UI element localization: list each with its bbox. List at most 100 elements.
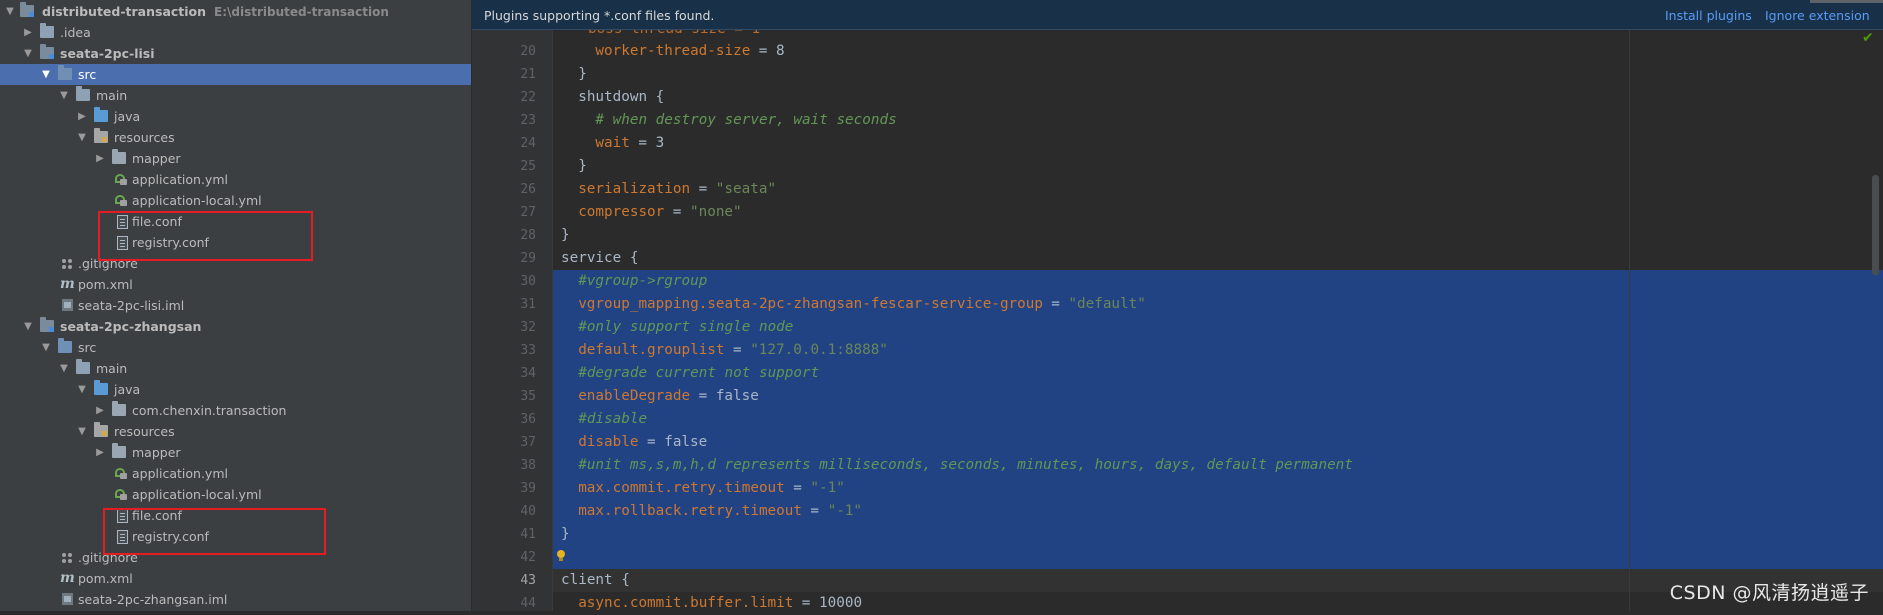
tree-item-seata-2pc-zhangsan-iml[interactable]: seata-2pc-zhangsan.iml — [0, 589, 471, 610]
code-line[interactable]: compressor = "none" — [553, 201, 1883, 224]
line-number: 42 — [520, 550, 536, 565]
ignore-extension-link[interactable]: Ignore extension — [1765, 0, 1870, 32]
code-line[interactable]: vgroup_mapping.seata-2pc-zhangsan-fescar… — [553, 293, 1883, 316]
tree-item-package[interactable]: ▶ com.chenxin.transaction — [0, 400, 471, 421]
gitignore-icon — [62, 259, 72, 269]
tree-item-pom-xml[interactable]: m pom.xml — [0, 568, 471, 589]
code-token: "-1" — [827, 503, 863, 519]
vertical-scrollbar[interactable] — [1872, 175, 1879, 275]
tree-item-seata-2pc-lisi-iml[interactable]: seata-2pc-lisi.iml — [0, 295, 471, 316]
code-token: max.commit.retry.timeout — [578, 480, 785, 496]
tree-item-label: resources — [114, 130, 175, 145]
code-line[interactable]: #disable — [553, 408, 1883, 431]
chevron-down-icon[interactable]: ▼ — [58, 85, 70, 106]
lightbulb-icon[interactable] — [556, 550, 566, 562]
chevron-down-icon[interactable]: ▼ — [76, 127, 88, 148]
chevron-down-icon[interactable]: ▼ — [22, 316, 34, 337]
code-line[interactable]: wait = 3 — [553, 132, 1883, 155]
tree-item-resources[interactable]: ▼ resources — [0, 421, 471, 442]
code-editor[interactable]: boss-thread-size = 1 worker-thread-size … — [553, 30, 1883, 611]
line-number: 29 — [520, 251, 536, 266]
chevron-right-icon[interactable]: ▶ — [94, 148, 106, 169]
code-line[interactable] — [553, 546, 1883, 569]
tree-item-application-yml[interactable]: application.yml — [0, 169, 471, 190]
tree-item-src[interactable]: ▼ src — [0, 337, 471, 358]
tree-item-java[interactable]: ▼ java — [0, 379, 471, 400]
tree-item-resources[interactable]: ▼ resources — [0, 127, 471, 148]
tree-root-distributed-transaction[interactable]: ▼ distributed-transaction E:\distributed-… — [0, 1, 471, 22]
tree-item-label: application-local.yml — [132, 193, 262, 208]
code-line[interactable]: #only support single node — [553, 316, 1883, 339]
folder-icon — [76, 86, 90, 101]
spring-yml-icon — [114, 194, 128, 206]
code-line[interactable]: serialization = "seata" — [553, 178, 1883, 201]
chevron-down-icon[interactable]: ▼ — [4, 1, 16, 22]
tree-item-src-selected[interactable]: ▼ src — [0, 64, 471, 85]
code-line[interactable]: #degrade current not support — [553, 362, 1883, 385]
code-token: #degrade current not support — [561, 365, 820, 381]
tree-item-seata-2pc-lisi[interactable]: ▼ seata-2pc-lisi — [0, 43, 471, 64]
tree-item-application-yml[interactable]: application.yml — [0, 463, 471, 484]
module-file-icon — [62, 593, 73, 605]
code-line[interactable]: # when destroy server, wait seconds — [553, 109, 1883, 132]
tree-item-application-local-yml[interactable]: application-local.yml — [0, 190, 471, 211]
code-token: enableDegrade — [578, 388, 691, 404]
tree-item-pom-xml[interactable]: m pom.xml — [0, 274, 471, 295]
code-line[interactable]: service { — [553, 247, 1883, 270]
code-line[interactable]: max.commit.retry.timeout = "-1" — [553, 477, 1883, 500]
code-line[interactable]: worker-thread-size = 8 — [553, 40, 1883, 63]
line-number: 39 — [520, 481, 536, 496]
source-folder-icon — [58, 65, 72, 80]
code-token: client { — [561, 572, 630, 588]
chevron-right-icon[interactable]: ▶ — [76, 106, 88, 127]
line-number: 34 — [520, 366, 536, 381]
chevron-down-icon[interactable]: ▼ — [40, 64, 52, 85]
code-line[interactable]: } — [553, 523, 1883, 546]
chevron-down-icon[interactable]: ▼ — [40, 337, 52, 358]
chevron-down-icon[interactable]: ▼ — [76, 421, 88, 442]
code-line[interactable]: enableDegrade = false — [553, 385, 1883, 408]
code-line[interactable]: shutdown { — [553, 86, 1883, 109]
resources-folder-icon — [94, 422, 108, 437]
code-line[interactable]: max.rollback.retry.timeout = "-1" — [553, 500, 1883, 523]
code-token: "seata" — [715, 181, 777, 197]
tree-item-mapper[interactable]: ▶ mapper — [0, 148, 471, 169]
line-number: 41 — [520, 527, 536, 542]
tree-item-label: main — [96, 361, 128, 376]
code-line[interactable]: #unit ms,s,m,h,d represents milliseconds… — [553, 454, 1883, 477]
package-icon — [112, 401, 126, 416]
chevron-right-icon[interactable]: ▶ — [94, 442, 106, 463]
folder-icon — [76, 359, 90, 374]
tree-item-main[interactable]: ▼ main — [0, 358, 471, 379]
tree-item-idea[interactable]: ▶ .idea — [0, 22, 471, 43]
install-plugins-link[interactable]: Install plugins — [1665, 0, 1752, 32]
java-folder-icon — [94, 380, 108, 395]
code-token: "-1" — [810, 480, 845, 496]
chevron-right-icon[interactable]: ▶ — [22, 22, 34, 43]
tree-item-application-local-yml[interactable]: application-local.yml — [0, 484, 471, 505]
module-folder-icon — [40, 44, 54, 59]
code-line[interactable]: default.grouplist = "127.0.0.1:8888" — [553, 339, 1883, 362]
tree-item-main[interactable]: ▼ main — [0, 85, 471, 106]
banner-message: Plugins supporting *.conf files found. — [484, 8, 715, 23]
line-number: 26 — [520, 182, 536, 197]
code-line[interactable]: } — [553, 63, 1883, 86]
chevron-down-icon[interactable]: ▼ — [22, 43, 34, 64]
tree-item-seata-2pc-zhangsan[interactable]: ▼ seata-2pc-zhangsan — [0, 316, 471, 337]
project-tree[interactable]: ▼ distributed-transaction E:\distributed-… — [0, 0, 472, 611]
tree-item-mapper[interactable]: ▶ mapper — [0, 442, 471, 463]
line-number: 27 — [520, 205, 536, 220]
code-token: #disable — [561, 411, 648, 427]
code-line[interactable]: #vgroup->rgroup — [553, 270, 1883, 293]
chevron-down-icon[interactable]: ▼ — [58, 358, 70, 379]
line-number: 43 — [520, 573, 536, 588]
chevron-down-icon[interactable]: ▼ — [76, 379, 88, 400]
code-line[interactable]: } — [553, 155, 1883, 178]
tree-item-java[interactable]: ▶ java — [0, 106, 471, 127]
chevron-right-icon[interactable]: ▶ — [94, 400, 106, 421]
code-line[interactable]: } — [553, 224, 1883, 247]
code-line[interactable]: disable = false — [553, 431, 1883, 454]
source-folder-icon — [58, 338, 72, 353]
horizontal-scroll-indicator[interactable] — [1810, 0, 1883, 3]
tree-item-label: seata-2pc-zhangsan.iml — [78, 592, 228, 607]
